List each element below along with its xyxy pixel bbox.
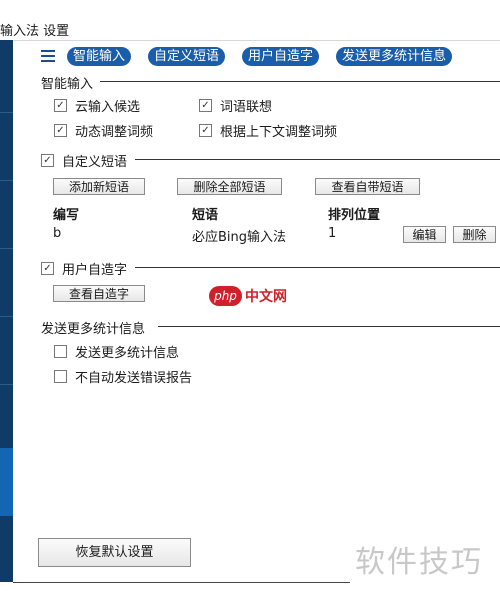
view-builtin-phrases-button[interactable]: 查看自带短语 (315, 178, 420, 195)
option-cloud-candidate[interactable]: ✓ 云输入候选 (54, 96, 140, 115)
left-nav-divider (0, 384, 13, 385)
option-label: 云输入候选 (75, 100, 141, 115)
column-header-phrase: 短语 (192, 208, 219, 223)
user-chars-section-title[interactable]: ✓ 用户自造字 (41, 259, 127, 278)
php-logo-watermark: php (209, 286, 242, 306)
option-label: 不自动发送错误报告 (75, 371, 193, 386)
section-divider (135, 267, 500, 268)
tab-send-statistics[interactable]: 发送更多统计信息 (336, 47, 453, 66)
cell-code: b (53, 226, 62, 241)
left-nav-divider (0, 316, 13, 317)
checkbox-checked[interactable]: ✓ (41, 154, 54, 167)
software-tips-watermark: 软件技巧 (355, 545, 483, 580)
delete-phrase-button[interactable]: 删除 (453, 226, 496, 243)
cell-position: 1 (328, 226, 337, 241)
checkbox-unchecked[interactable] (54, 345, 67, 358)
option-context-frequency[interactable]: ✓ 根据上下文调整词频 (199, 121, 337, 140)
custom-phrase-section-title[interactable]: ✓ 自定义短语 (41, 151, 127, 170)
option-no-auto-error-report[interactable]: 不自动发送错误报告 (54, 367, 192, 386)
checkbox-checked[interactable]: ✓ (199, 124, 212, 137)
add-phrase-button[interactable]: 添加新短语 (53, 178, 145, 195)
checkbox-unchecked[interactable] (54, 370, 67, 383)
header-divider (13, 40, 500, 41)
restore-defaults-button[interactable]: 恢复默认设置 (38, 538, 191, 567)
left-nav-divider (0, 180, 13, 181)
checkbox-checked[interactable]: ✓ (54, 99, 67, 112)
section-divider (135, 159, 500, 160)
left-nav-divider (0, 248, 13, 249)
option-label: 发送更多统计信息 (75, 346, 180, 361)
section-divider (158, 326, 500, 327)
option-dynamic-frequency[interactable]: ✓ 动态调整词频 (54, 121, 153, 140)
checkbox-checked[interactable]: ✓ (199, 99, 212, 112)
section-title-label: 自定义短语 (62, 155, 128, 170)
edit-phrase-button[interactable]: 编辑 (403, 226, 446, 243)
left-nav-strip (0, 40, 13, 582)
option-label: 动态调整词频 (75, 125, 154, 140)
section-title-label: 用户自造字 (62, 263, 128, 278)
left-nav-active-item[interactable] (0, 448, 13, 516)
hamburger-menu-icon[interactable] (41, 49, 55, 63)
view-user-chars-button[interactable]: 查看自造字 (53, 285, 145, 302)
option-label: 根据上下文调整词频 (220, 125, 338, 140)
cell-phrase: 必应Bing输入法 (192, 230, 287, 245)
left-nav-divider (0, 112, 13, 113)
window-title: 输入法 设置 (0, 24, 70, 39)
delete-all-phrases-button[interactable]: 删除全部短语 (177, 178, 282, 195)
statistics-section-title: 发送更多统计信息 (41, 322, 146, 337)
option-send-more-stats[interactable]: 发送更多统计信息 (54, 342, 179, 361)
tab-smart-input[interactable]: 智能输入 (67, 47, 132, 66)
section-divider (100, 81, 500, 82)
option-word-association[interactable]: ✓ 词语联想 (199, 96, 272, 115)
checkbox-checked[interactable]: ✓ (41, 262, 54, 275)
tab-custom-phrase[interactable]: 自定义短语 (148, 47, 226, 66)
column-header-code: 编写 (53, 208, 80, 223)
php-site-watermark: 中文网 (245, 289, 287, 305)
column-header-position: 排列位置 (328, 208, 381, 223)
tab-user-chars[interactable]: 用户自造字 (242, 47, 320, 66)
smart-input-section-title: 智能输入 (41, 77, 94, 92)
option-label: 词语联想 (220, 100, 273, 115)
checkbox-checked[interactable]: ✓ (54, 124, 67, 137)
bottom-divider (13, 582, 350, 583)
